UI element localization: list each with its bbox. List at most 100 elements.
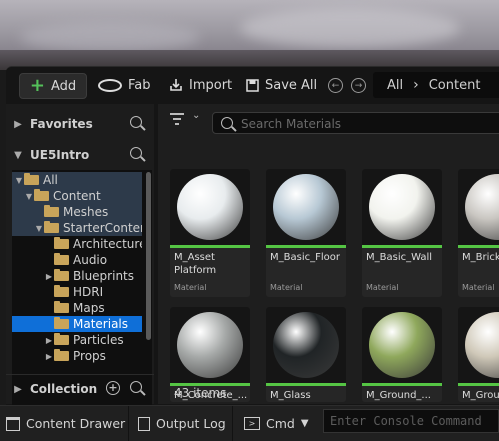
tree-item-blueprints[interactable]: ▶ Blueprints [12, 268, 142, 284]
tree-item-maps[interactable]: Maps [12, 300, 142, 316]
tree-item-label: Content [53, 189, 101, 203]
content-drawer-button[interactable]: Content Drawer [6, 406, 125, 441]
history-back-icon[interactable]: ← [328, 78, 343, 93]
tree-item-audio[interactable]: Audio [12, 252, 142, 268]
filter-icon[interactable] [170, 112, 188, 126]
tree-item-content[interactable]: ▼ Content [12, 188, 142, 204]
folder-icon [54, 349, 69, 361]
search-icon [221, 117, 233, 129]
folder-icon [54, 333, 69, 345]
collection-header[interactable]: ▶ Collection + [6, 374, 154, 403]
tree-item-hdri[interactable]: HDRI [12, 284, 142, 300]
breadcrumb-content[interactable]: Content [429, 78, 481, 93]
favorites-header[interactable]: ▶ Favorites [6, 110, 154, 138]
folder-icon [24, 173, 39, 185]
terminal-icon: > [244, 417, 260, 430]
asset-type-bar [362, 245, 442, 248]
output-log-label: Output Log [156, 416, 226, 431]
asset-thumbnail [362, 169, 442, 245]
chevron-down-icon: ▼ [300, 418, 309, 429]
chevron-right-icon: ▶ [45, 351, 53, 361]
breadcrumb-all[interactable]: All [387, 78, 403, 93]
output-log-button[interactable]: Output Log [138, 406, 226, 441]
folder-icon [54, 285, 69, 297]
save-all-label: Save All [265, 77, 318, 93]
asset-type-bar [170, 245, 250, 248]
folder-icon [54, 269, 69, 281]
asset-tile[interactable]: M_Brick_Clay_Beveled Material [458, 169, 499, 297]
folder-icon [54, 317, 69, 329]
chevron-down-icon: ▼ [35, 223, 43, 233]
tree-item-particles[interactable]: ▶ Particles [12, 332, 142, 348]
asset-name: M_Glass [270, 390, 311, 401]
material-sphere-icon [465, 312, 499, 378]
asset-tile[interactable]: M_Ground_... [362, 307, 442, 402]
add-button[interactable]: + Add [19, 73, 87, 99]
sources-panel: ▶ Favorites ▼ UE5Intro ▼ All ▼ Content M… [6, 104, 154, 406]
save-icon [246, 78, 259, 92]
tree-item-label: HDRI [73, 285, 104, 299]
asset-name: M_Ground_... [366, 390, 431, 401]
asset-tile[interactable]: M_Asset Platform Material [170, 169, 250, 297]
tree-scrollbar[interactable] [146, 172, 151, 340]
search-icon[interactable] [130, 116, 142, 128]
asset-tile[interactable]: M_Basic_Wall Material [362, 169, 442, 297]
cmd-dropdown[interactable]: > Cmd ▼ [244, 406, 309, 441]
search-assets-field[interactable] [212, 112, 499, 134]
material-sphere-icon [369, 312, 435, 378]
import-icon [170, 79, 182, 91]
asset-tile[interactable]: M_Ground... [458, 307, 499, 402]
asset-thumbnail [170, 307, 250, 383]
chevron-down-icon[interactable]: ⌄ [192, 110, 200, 121]
fab-button[interactable]: Fab [98, 73, 151, 97]
chevron-right-icon: ▶ [45, 335, 53, 345]
save-all-button[interactable]: Save All [246, 73, 317, 97]
tree-item-materials[interactable]: Materials [12, 316, 142, 332]
asset-name: M_Basic_Wall [366, 252, 433, 263]
tree-item-meshes[interactable]: Meshes [12, 204, 142, 220]
content-drawer-panel: + Add Fab Import Save All ← → All › Cont… [6, 66, 499, 406]
asset-thumbnail [362, 307, 442, 383]
tree-item-all[interactable]: ▼ All [12, 172, 142, 188]
fab-icon [98, 78, 122, 92]
search-icon[interactable] [130, 147, 142, 159]
asset-thumbnail [266, 169, 346, 245]
folder-icon [54, 253, 69, 265]
asset-thumbnail [458, 169, 499, 245]
asset-type: Material [174, 283, 207, 292]
item-count: 43 items [174, 386, 227, 400]
material-sphere-icon [369, 174, 435, 240]
project-header[interactable]: ▼ UE5Intro [6, 141, 154, 169]
collection-label: Collection [30, 382, 98, 396]
tree-item-label: StarterContent [63, 221, 142, 235]
search-input[interactable] [239, 115, 493, 133]
search-icon[interactable] [130, 381, 142, 393]
chevron-down-icon: ▼ [15, 175, 23, 185]
viewport-cloud [240, 8, 460, 48]
tree-item-label: Audio [73, 253, 108, 267]
tree-item-label: Materials [73, 317, 129, 331]
tree-item-label: Maps [73, 301, 105, 315]
tree-item-architecture[interactable]: Architecture [12, 236, 142, 252]
import-label: Import [189, 77, 233, 93]
chevron-right-icon: ▶ [14, 118, 22, 130]
asset-view: ⌄ M_Asset PlatformMaterialM_Basic_FloorM… [158, 104, 499, 404]
tree-item-label: Props [73, 349, 106, 363]
folder-icon [34, 189, 49, 201]
chevron-down-icon: ▼ [25, 191, 33, 201]
asset-tile[interactable]: M_Glass [266, 307, 346, 402]
tree-item-label: All [43, 173, 58, 187]
content-browser-toolbar: + Add Fab Import Save All ← → All › Cont… [6, 67, 499, 103]
tree-item-startercontent[interactable]: ▼ StarterContent [12, 220, 142, 236]
import-button[interactable]: Import [169, 73, 232, 97]
content-drawer-icon [6, 416, 20, 431]
chevron-down-icon: ▼ [14, 149, 22, 161]
console-input[interactable]: Enter Console Command [323, 409, 499, 433]
history-forward-icon[interactable]: → [351, 78, 366, 93]
material-sphere-icon [273, 312, 339, 378]
material-sphere-icon [177, 174, 243, 240]
material-sphere-icon [177, 312, 243, 378]
asset-tile[interactable]: M_Basic_Floor Material [266, 169, 346, 297]
tree-item-props[interactable]: ▶ Props [12, 348, 142, 364]
add-circle-icon[interactable]: + [106, 381, 120, 395]
